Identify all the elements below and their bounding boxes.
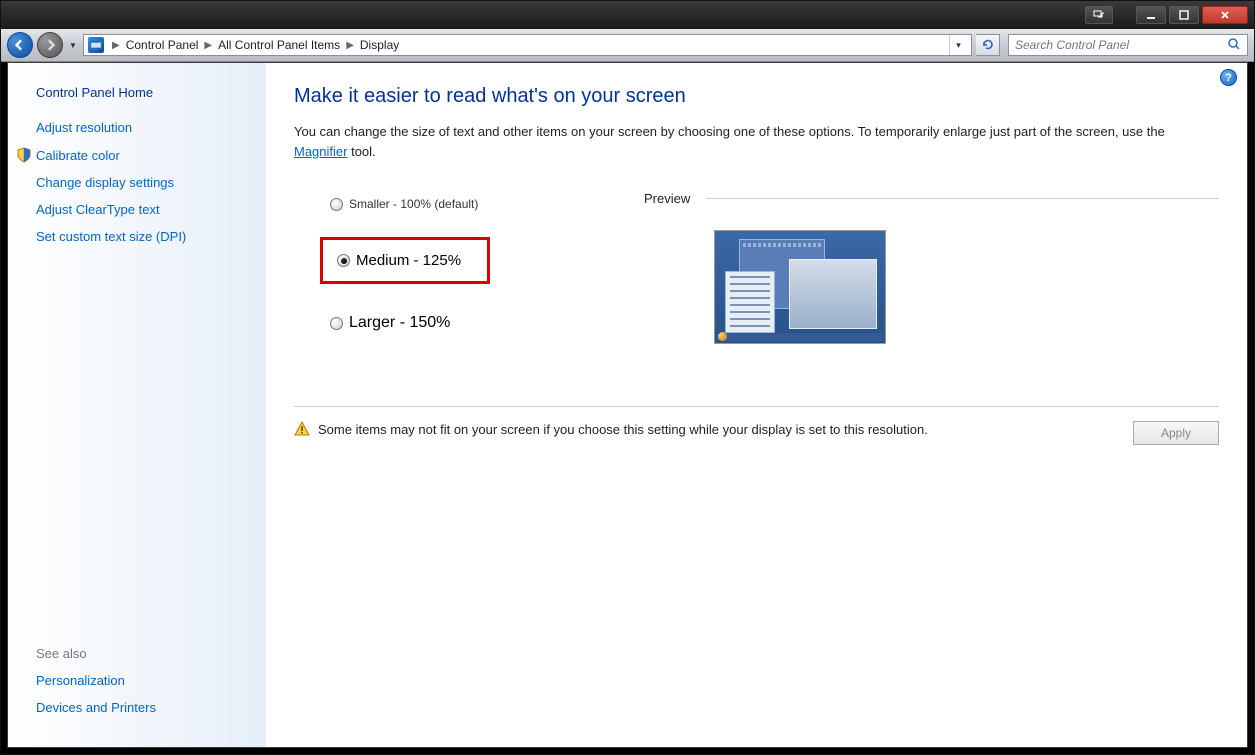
preview-image	[714, 230, 886, 344]
warning-text: Some items may not fit on your screen if…	[318, 421, 1133, 440]
warning-icon	[294, 421, 310, 437]
titlebar	[1, 1, 1254, 29]
divider	[706, 198, 1219, 199]
size-options: Smaller - 100% (default) Medium - 125% L…	[294, 191, 644, 376]
control-panel-home-link[interactable]: Control Panel Home	[36, 85, 246, 100]
back-button[interactable]	[7, 32, 33, 58]
shield-icon	[16, 147, 32, 163]
minimize-button[interactable]	[1136, 6, 1166, 24]
radio-smaller[interactable]: Smaller - 100% (default)	[320, 191, 644, 217]
control-panel-icon	[88, 37, 104, 53]
address-bar[interactable]: ▶ Control Panel ▶ All Control Panel Item…	[83, 34, 972, 56]
chevron-right-icon: ▶	[344, 40, 356, 51]
sidebar-link-personalization[interactable]: Personalization	[36, 673, 246, 688]
radio-icon	[330, 198, 343, 211]
close-button[interactable]	[1202, 6, 1248, 24]
navigation-bar: ▼ ▶ Control Panel ▶ All Control Panel It…	[1, 29, 1254, 62]
divider	[294, 406, 1219, 407]
nav-history-dropdown[interactable]: ▼	[67, 32, 79, 58]
forward-button[interactable]	[37, 32, 63, 58]
radio-icon	[330, 317, 343, 330]
sidebar: Control Panel Home Adjust resolution Cal…	[8, 63, 266, 747]
window-frame: ▼ ▶ Control Panel ▶ All Control Panel It…	[0, 0, 1255, 755]
sidebar-link-change-display-settings[interactable]: Change display settings	[36, 175, 246, 190]
preview-header: Preview	[644, 191, 1219, 206]
maximize-button[interactable]	[1169, 6, 1199, 24]
radio-icon	[337, 254, 350, 267]
radio-medium[interactable]: Medium - 125%	[320, 237, 490, 284]
address-dropdown[interactable]: ▾	[949, 35, 967, 55]
search-box[interactable]	[1008, 34, 1248, 56]
content-area: Control Panel Home Adjust resolution Cal…	[7, 62, 1248, 748]
help-icon[interactable]: ?	[1220, 69, 1237, 86]
main-panel: ? Make it easier to read what's on your …	[266, 63, 1247, 747]
search-input[interactable]	[1015, 38, 1227, 52]
chevron-right-icon: ▶	[202, 40, 214, 51]
radio-label: Smaller - 100% (default)	[349, 197, 478, 211]
warning-row: Some items may not fit on your screen if…	[294, 421, 1219, 445]
sidebar-link-adjust-resolution[interactable]: Adjust resolution	[36, 120, 246, 135]
sidebar-link-devices-printers[interactable]: Devices and Printers	[36, 700, 246, 715]
breadcrumb-item[interactable]: Control Panel	[122, 38, 203, 52]
chevron-right-icon: ▶	[110, 40, 122, 51]
page-description: You can change the size of text and othe…	[294, 122, 1219, 161]
search-icon[interactable]	[1227, 37, 1241, 54]
see-also-label: See also	[36, 646, 246, 661]
sidebar-link-adjust-cleartype[interactable]: Adjust ClearType text	[36, 202, 246, 217]
radio-label: Larger - 150%	[349, 314, 450, 332]
sidebar-link-custom-text-size[interactable]: Set custom text size (DPI)	[36, 229, 246, 244]
apply-button[interactable]: Apply	[1133, 421, 1219, 445]
breadcrumb-item[interactable]: Display	[356, 38, 403, 52]
refresh-button[interactable]	[976, 34, 1000, 56]
sidebar-link-calibrate-color[interactable]: Calibrate color	[36, 147, 246, 163]
radio-larger[interactable]: Larger - 150%	[320, 308, 644, 338]
titlebar-switch-button[interactable]	[1085, 6, 1113, 24]
breadcrumb-item[interactable]: All Control Panel Items	[214, 38, 344, 52]
radio-label: Medium - 125%	[356, 252, 461, 269]
page-title: Make it easier to read what's on your sc…	[294, 85, 1219, 108]
magnifier-link[interactable]: Magnifier	[294, 144, 347, 159]
